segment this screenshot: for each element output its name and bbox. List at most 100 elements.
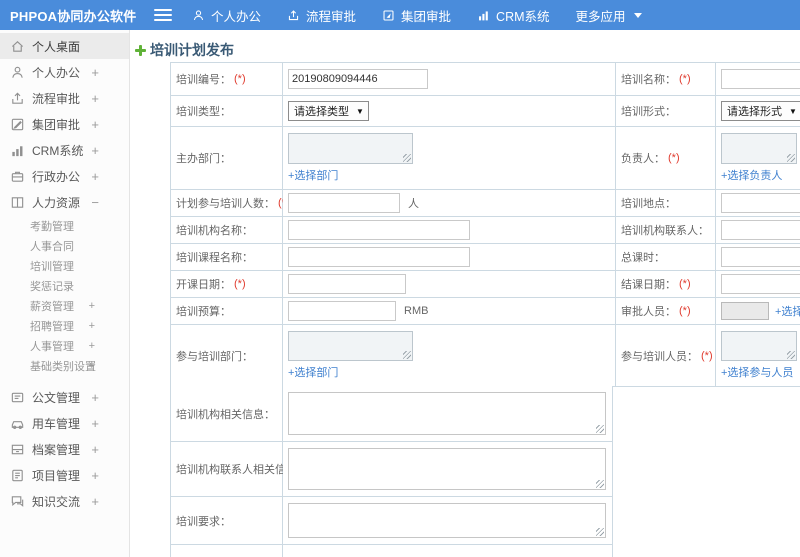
chat-icon — [10, 494, 25, 509]
leader-textarea[interactable] — [721, 133, 797, 164]
org-contact-input[interactable] — [721, 220, 800, 240]
group-approval-edit-icon — [10, 117, 25, 132]
top-header: PHPOA协同办公软件 个人办公 流程审批 集团审批 CRM系统 更多应用 — [0, 0, 800, 30]
resize-grip-icon — [787, 154, 795, 162]
label-org-contact: 培训机构联系人： — [616, 217, 716, 244]
app-window: PHPOA协同办公软件 个人办公 流程审批 集团审批 CRM系统 更多应用 个人… — [0, 0, 800, 557]
org-name-input[interactable] — [288, 220, 470, 240]
briefcase-icon — [10, 169, 25, 184]
nav-group-approval[interactable]: 集团审批 — [382, 6, 451, 25]
training-name-input[interactable] — [721, 69, 800, 89]
workflow-export-icon — [10, 91, 25, 106]
crm-chart-icon — [477, 9, 490, 22]
label-course-name: 培训课程名称： — [171, 244, 283, 271]
cell-org-contact — [716, 217, 800, 244]
select-join-people-link[interactable]: +选择参与人员 — [721, 364, 793, 380]
approver-input[interactable] — [721, 302, 769, 320]
nav-more-apps[interactable]: 更多应用 — [576, 6, 642, 25]
label-training-mode: 培训形式： — [616, 96, 716, 127]
resize-grip-icon — [596, 425, 604, 433]
hamburger-menu-icon[interactable] — [154, 9, 172, 21]
sidebar-item-official-docs[interactable]: 公文管理 + — [0, 384, 129, 410]
sidebar-item-group-approval[interactable]: 集团审批 + — [0, 111, 129, 137]
sidebar: 个人桌面 个人办公 + 流程审批 + 集团审批 + CRM系统 + 行政办公 + — [0, 30, 130, 557]
label-join-people: 参与培训人员： (*) — [616, 325, 716, 387]
page-title: 培训计划发布 — [134, 40, 234, 60]
sidebar-subitem-base-category[interactable]: 基础类别设置 + — [0, 356, 129, 376]
caret-down-icon — [633, 12, 642, 18]
training-form-table-bottom: 培训机构相关信息： 培训机构联系人相关信息： 培训要求： 附件文档： +附件上传 — [170, 386, 613, 557]
sidebar-item-personal-desktop[interactable]: 个人桌面 — [0, 33, 129, 59]
sidebar-item-hr[interactable]: 人力资源 − — [0, 189, 129, 215]
cell-org-contact-info — [283, 442, 613, 497]
course-name-input[interactable] — [288, 247, 470, 267]
sidebar-subitem-training[interactable]: 培训管理 — [0, 256, 129, 276]
sidebar-item-archives[interactable]: 档案管理 + — [0, 436, 129, 462]
sidebar-item-personal-office[interactable]: 个人办公 + — [0, 59, 129, 85]
add-plus-icon — [134, 44, 147, 57]
label-org-name: 培训机构名称： — [171, 217, 283, 244]
end-date-input[interactable] — [721, 274, 800, 294]
select-dept-link[interactable]: +选择部门 — [288, 167, 338, 183]
training-no-input[interactable] — [288, 69, 428, 89]
training-mode-select[interactable]: 请选择形式 ▼ — [721, 101, 800, 121]
nav-personal-office[interactable]: 个人办公 — [192, 6, 261, 25]
resize-grip-icon — [596, 480, 604, 488]
label-approver: 审批人员： (*) — [616, 298, 716, 325]
nav-crm[interactable]: CRM系统 — [477, 6, 550, 25]
select-leader-link[interactable]: +选择负责人 — [721, 167, 782, 183]
requirements-textarea[interactable] — [288, 503, 606, 538]
cell-host-dept: +选择部门 — [283, 127, 616, 190]
car-icon — [10, 416, 25, 431]
sidebar-subitem-attendance[interactable]: 考勤管理 — [0, 216, 129, 236]
sidebar-item-projects[interactable]: 项目管理 + — [0, 462, 129, 488]
label-attachment: 附件文档： — [171, 545, 283, 557]
cell-start-date — [283, 271, 616, 298]
cell-training-no — [283, 63, 616, 96]
nav-workflow-approval[interactable]: 流程审批 — [287, 6, 356, 25]
sidebar-item-crm[interactable]: CRM系统 + — [0, 137, 129, 163]
cell-leader: +选择负责人 — [716, 127, 800, 190]
user-icon — [192, 9, 205, 22]
cell-training-name — [716, 63, 800, 96]
document-icon — [10, 390, 25, 405]
cell-requirements — [283, 497, 613, 545]
cell-location — [716, 190, 800, 217]
home-icon — [10, 39, 25, 54]
sidebar-item-vehicle[interactable]: 用车管理 + — [0, 410, 129, 436]
sidebar-subitem-hr-contract[interactable]: 人事合同 — [0, 236, 129, 256]
org-info-textarea[interactable] — [288, 392, 606, 435]
join-dept-textarea[interactable] — [288, 331, 413, 361]
label-total-hours: 总课时： — [616, 244, 716, 271]
cell-course-name — [283, 244, 616, 271]
join-people-textarea[interactable] — [721, 331, 797, 361]
sidebar-subitem-personnel[interactable]: 人事管理 + — [0, 336, 129, 356]
cell-training-mode: 请选择形式 ▼ — [716, 96, 800, 127]
planned-count-input[interactable] — [288, 193, 400, 213]
label-host-dept: 主办部门： — [171, 127, 283, 190]
label-end-date: 结课日期： (*) — [616, 271, 716, 298]
cell-training-type: 请选择类型 ▼ — [283, 96, 616, 127]
total-hours-input[interactable] — [721, 247, 800, 267]
training-type-select[interactable]: 请选择类型 ▼ — [288, 101, 369, 121]
archive-icon — [10, 442, 25, 457]
sidebar-item-admin-office[interactable]: 行政办公 + — [0, 163, 129, 189]
select-approver-link[interactable]: +选择审批人员 — [775, 303, 800, 319]
org-contact-info-textarea[interactable] — [288, 448, 606, 490]
hr-submenu: 考勤管理 人事合同 培训管理 奖惩记录 薪资管理 + 招聘管理 + 人事管理 + 基础… — [0, 215, 129, 378]
select-join-dept-link[interactable]: +选择部门 — [288, 364, 338, 380]
top-nav: 个人办公 流程审批 集团审批 CRM系统 更多应用 — [192, 6, 642, 25]
sidebar-item-knowledge[interactable]: 知识交流 + — [0, 488, 129, 514]
sidebar-subitem-rewards[interactable]: 奖惩记录 — [0, 276, 129, 296]
caret-down-icon: ▼ — [356, 106, 364, 116]
host-dept-textarea[interactable] — [288, 133, 413, 164]
sidebar-subitem-salary[interactable]: 薪资管理 + — [0, 296, 129, 316]
hr-book-icon — [10, 195, 25, 210]
budget-input[interactable] — [288, 301, 396, 321]
start-date-input[interactable] — [288, 274, 406, 294]
sidebar-subitem-recruit[interactable]: 招聘管理 + — [0, 316, 129, 336]
group-approval-edit-icon — [382, 9, 395, 22]
location-input[interactable] — [721, 193, 800, 213]
cell-planned-count: 人 — [283, 190, 616, 217]
sidebar-item-workflow-approval[interactable]: 流程审批 + — [0, 85, 129, 111]
